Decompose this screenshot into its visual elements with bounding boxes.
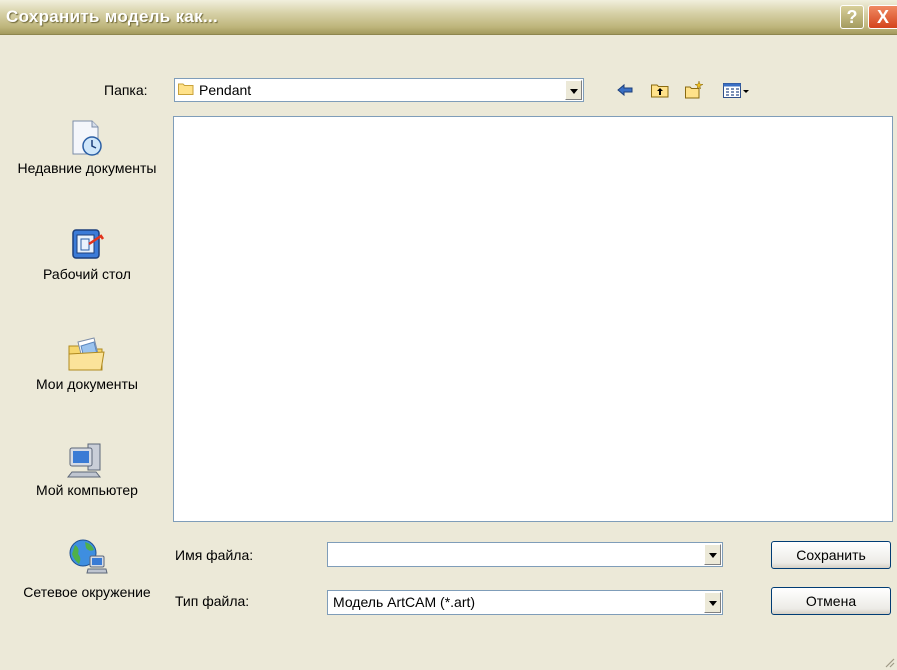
- filetype-label: Тип файла:: [175, 593, 250, 609]
- filename-label: Имя файла:: [175, 547, 254, 563]
- title-bar[interactable]: Сохранить модель как... ? X: [0, 0, 897, 35]
- folder-combo[interactable]: Pendant: [174, 78, 584, 102]
- my-documents-icon: [68, 337, 105, 371]
- places-item-recent-label: Недавние документы: [17, 160, 157, 176]
- folder-icon: [178, 83, 194, 95]
- filename-dropdown-button[interactable]: [704, 544, 721, 565]
- window-title: Сохранить модель как...: [6, 7, 219, 26]
- folder-dropdown-button[interactable]: [565, 80, 582, 100]
- places-item-recent[interactable]: Недавние документы: [4, 118, 170, 177]
- resize-grip[interactable]: [883, 656, 895, 668]
- my-computer-icon: [66, 443, 102, 478]
- file-list[interactable]: [173, 116, 893, 522]
- cancel-button[interactable]: Отмена: [771, 587, 891, 615]
- view-menu-icon[interactable]: [722, 80, 752, 100]
- places-item-desktop[interactable]: Рабочий стол: [4, 226, 170, 283]
- places-item-my-documents[interactable]: Мои документы: [4, 336, 170, 393]
- filetype-dropdown-button[interactable]: [704, 592, 721, 613]
- places-item-network-label: Сетевое окружение: [23, 584, 151, 600]
- folder-label: Папка:: [104, 82, 148, 98]
- up-folder-icon[interactable]: [650, 80, 670, 100]
- filetype-select[interactable]: Модель ArtCAM (*.art): [327, 590, 723, 615]
- save-button[interactable]: Сохранить: [771, 541, 891, 569]
- close-button[interactable]: X: [868, 5, 897, 29]
- places-item-my-computer-label: Мой компьютер: [36, 482, 138, 498]
- places-item-my-computer[interactable]: Мой компьютер: [4, 440, 170, 499]
- filename-field[interactable]: [327, 542, 723, 567]
- back-icon[interactable]: [615, 80, 635, 100]
- places-item-my-documents-label: Мои документы: [35, 376, 138, 392]
- places-item-desktop-label: Рабочий стол: [43, 266, 131, 282]
- help-button[interactable]: ?: [840, 5, 864, 29]
- places-item-network[interactable]: Сетевое окружение: [4, 536, 170, 601]
- recent-documents-icon: [72, 120, 102, 156]
- new-folder-icon[interactable]: [684, 80, 704, 100]
- network-icon: [69, 539, 108, 574]
- current-folder-text: Pendant: [199, 82, 252, 98]
- filetype-value: Модель ArtCAM (*.art): [333, 594, 476, 610]
- desktop-icon: [72, 229, 105, 259]
